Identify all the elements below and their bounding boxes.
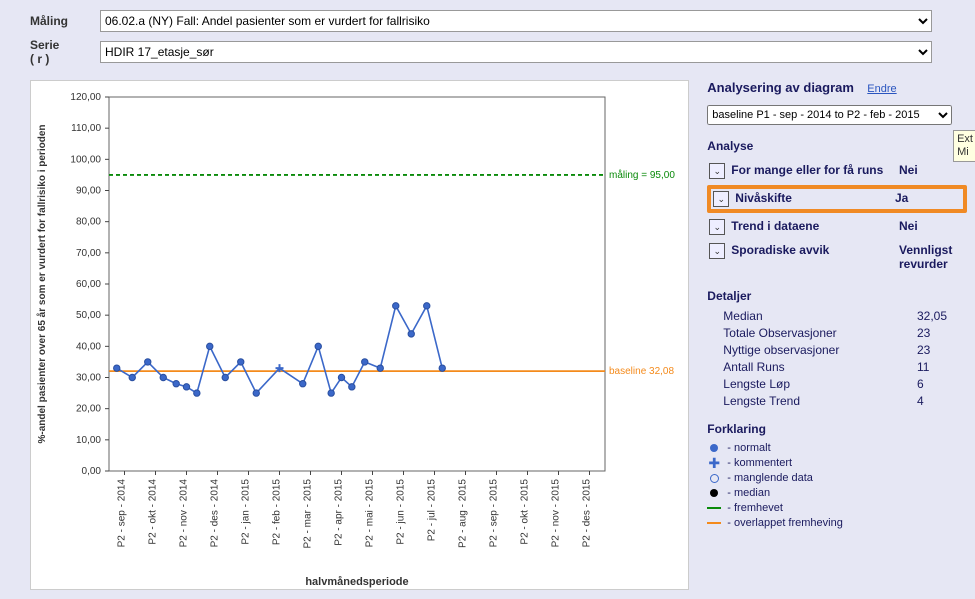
svg-text:10,00: 10,00 bbox=[76, 435, 101, 446]
svg-text:%-andel pasienter over 65 år s: %-andel pasienter over 65 år som er vurd… bbox=[36, 125, 48, 444]
serie-label: Serie ( r ) bbox=[30, 38, 100, 66]
chevron-down-icon: ⌄ bbox=[713, 191, 729, 207]
svg-text:halvmånedsperiode: halvmånedsperiode bbox=[305, 576, 408, 588]
svg-text:P2 - nov - 2014: P2 - nov - 2014 bbox=[179, 479, 190, 548]
detail-row: Nyttige observasjoner23 bbox=[723, 343, 967, 357]
detail-row: Lengste Løp6 bbox=[723, 377, 967, 391]
svg-text:P2 - okt - 2015: P2 - okt - 2015 bbox=[520, 479, 531, 545]
svg-text:måling = 95,00: måling = 95,00 bbox=[609, 169, 675, 181]
svg-text:30,00: 30,00 bbox=[76, 373, 101, 384]
svg-text:P2 - sep - 2014: P2 - sep - 2014 bbox=[117, 479, 128, 548]
legend-item: - fremhevet bbox=[707, 502, 967, 514]
chevron-down-icon: ⌄ bbox=[709, 219, 725, 235]
detail-row: Antall Runs11 bbox=[723, 360, 967, 374]
svg-text:50,00: 50,00 bbox=[76, 310, 101, 321]
detail-row: Median32,05 bbox=[723, 309, 967, 323]
analysis-title: Analysering av diagram bbox=[707, 80, 854, 95]
svg-text:60,00: 60,00 bbox=[76, 279, 101, 290]
svg-text:P2 - jan - 2015: P2 - jan - 2015 bbox=[241, 479, 252, 545]
legend-section-title: Forklaring bbox=[707, 422, 967, 436]
svg-text:P2 - aug - 2015: P2 - aug - 2015 bbox=[458, 479, 469, 548]
svg-text:90,00: 90,00 bbox=[76, 186, 101, 197]
svg-text:P2 - apr - 2015: P2 - apr - 2015 bbox=[334, 479, 345, 546]
svg-text:70,00: 70,00 bbox=[76, 248, 101, 259]
tooltip-fragment: ExtMi bbox=[953, 130, 975, 162]
analyse-section-title: Analyse bbox=[707, 139, 967, 153]
legend-item: - overlappet fremheving bbox=[707, 517, 967, 529]
svg-text:P2 - okt - 2014: P2 - okt - 2014 bbox=[148, 479, 159, 545]
highlight-nivaskifte: ⌄ Nivåskifte Ja bbox=[707, 185, 967, 213]
analyse-row-sporadic[interactable]: ⌄ Sporadiske avvik Vennligst revurder bbox=[707, 239, 967, 275]
svg-text:P2 - mai - 2015: P2 - mai - 2015 bbox=[365, 479, 376, 548]
svg-text:80,00: 80,00 bbox=[76, 217, 101, 228]
maling-label: Måling bbox=[30, 14, 100, 28]
analyse-row-trend[interactable]: ⌄ Trend i dataene Nei bbox=[707, 215, 967, 239]
legend-item: - normalt bbox=[707, 442, 967, 454]
chevron-down-icon: ⌄ bbox=[709, 163, 725, 179]
detail-row: Totale Observasjoner23 bbox=[723, 326, 967, 340]
maling-select[interactable]: 06.02.a (NY) Fall: Andel pasienter som e… bbox=[100, 10, 932, 32]
detail-row: Lengste Trend4 bbox=[723, 394, 967, 408]
svg-text:P2 - des - 2014: P2 - des - 2014 bbox=[210, 479, 221, 548]
svg-text:P2 - nov - 2015: P2 - nov - 2015 bbox=[551, 479, 562, 548]
chart-container: 0,00 10,00 20,00 30,00 40,00 50,00 60,00 70,00 8… bbox=[30, 80, 689, 590]
legend-item: - manglende data bbox=[707, 472, 967, 484]
svg-text:P2 - sep - 2015: P2 - sep - 2015 bbox=[489, 479, 500, 548]
legend-item: - median bbox=[707, 487, 967, 499]
svg-text:100,00: 100,00 bbox=[70, 154, 101, 165]
svg-text:110,00: 110,00 bbox=[71, 123, 101, 134]
analyse-row-runs[interactable]: ⌄ For mange eller for få runs Nei bbox=[707, 159, 967, 183]
svg-text:P2 - des - 2015: P2 - des - 2015 bbox=[582, 479, 593, 548]
legend-item: ✚- kommentert bbox=[707, 457, 967, 469]
chevron-down-icon: ⌄ bbox=[709, 243, 725, 259]
svg-text:P2 - jul - 2015: P2 - jul - 2015 bbox=[427, 479, 438, 542]
svg-text:0,00: 0,00 bbox=[82, 466, 102, 477]
details-section-title: Detaljer bbox=[707, 289, 967, 303]
svg-text:P2 - feb - 2015: P2 - feb - 2015 bbox=[272, 479, 283, 546]
svg-text:P2 - mar - 2015: P2 - mar - 2015 bbox=[303, 479, 314, 549]
serie-select[interactable]: HDIR 17_etasje_sør bbox=[100, 41, 932, 63]
analyse-row-nivaskifte[interactable]: ⌄ Nivåskifte Ja bbox=[713, 191, 961, 207]
endre-link[interactable]: Endre bbox=[867, 83, 896, 95]
baseline-select[interactable]: baseline P1 - sep - 2014 to P2 - feb - 2… bbox=[707, 105, 952, 125]
svg-text:20,00: 20,00 bbox=[76, 404, 101, 415]
svg-text:baseline 32,08: baseline 32,08 bbox=[609, 366, 674, 377]
svg-text:P2 - jun - 2015: P2 - jun - 2015 bbox=[396, 479, 407, 545]
svg-text:120,00: 120,00 bbox=[70, 92, 101, 103]
svg-text:40,00: 40,00 bbox=[76, 341, 101, 352]
